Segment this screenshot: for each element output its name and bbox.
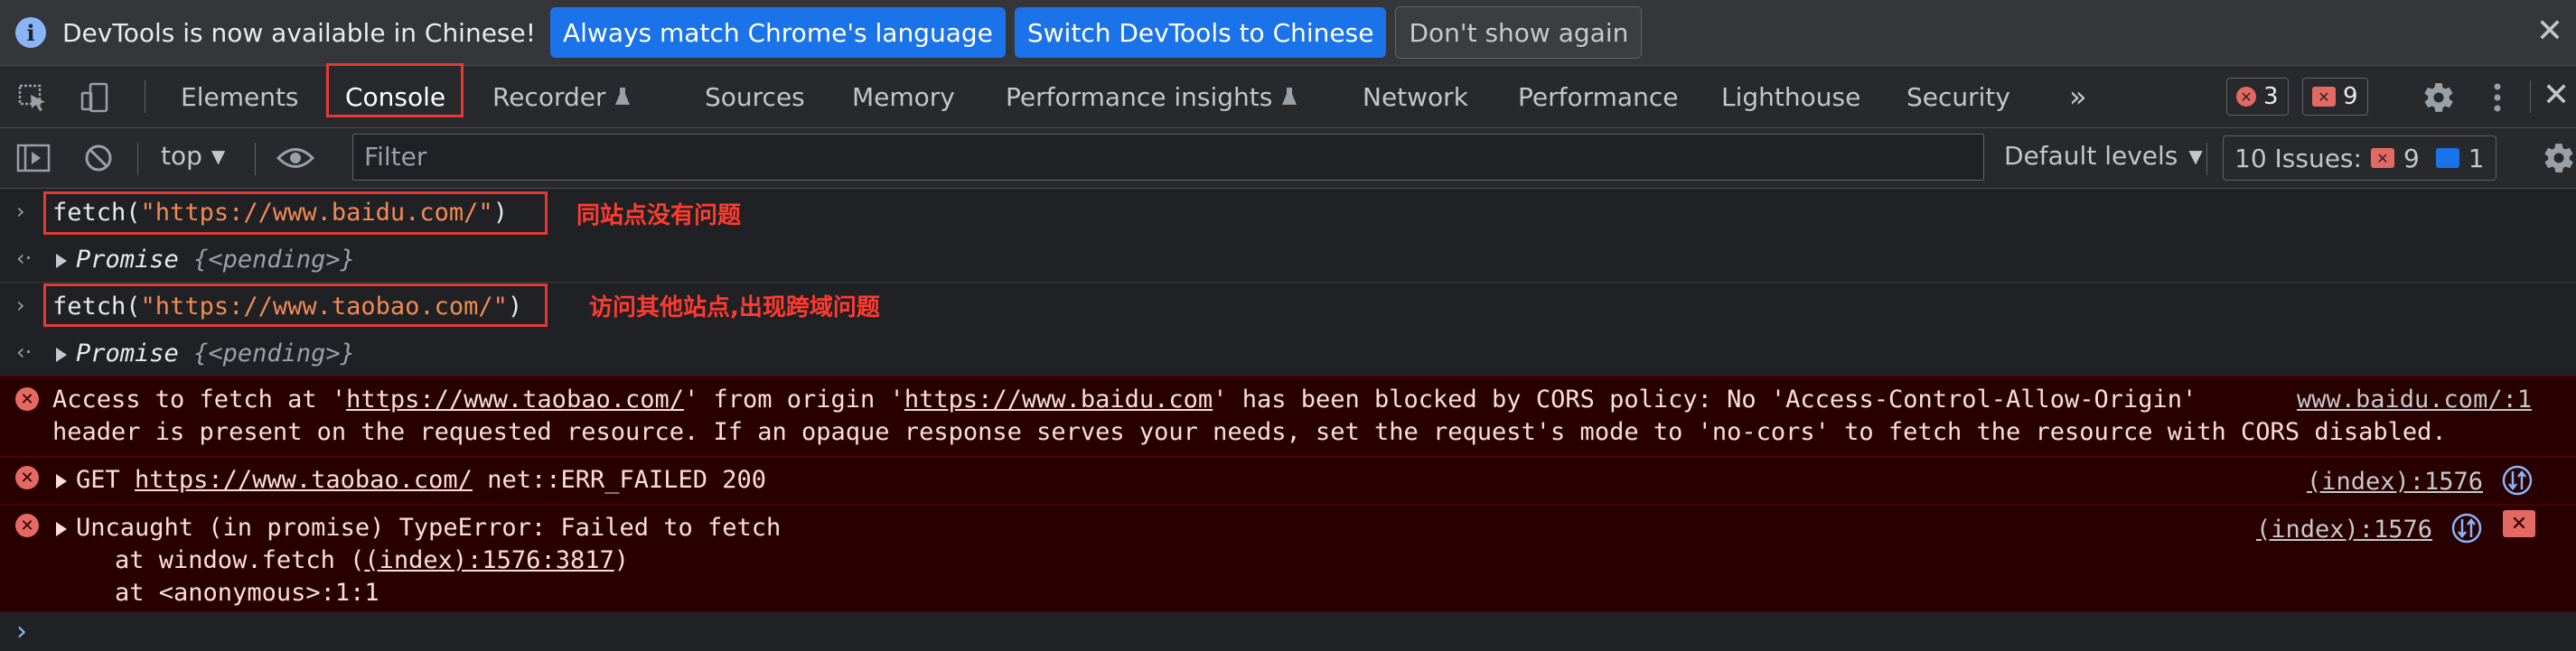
- experimental-flask-icon: [1282, 88, 1297, 105]
- console-input-line[interactable]: fetch("https://www.taobao.com/"): [52, 293, 522, 321]
- promise-result[interactable]: Promise {<pending>}: [56, 246, 355, 274]
- annotation-text: 访问其他站点,出现跨域问题: [589, 294, 880, 321]
- stack-trace-line: at window.fetch ((index):1576:3817): [56, 546, 629, 574]
- issues-label: 10 Issues:: [2234, 143, 2362, 173]
- infobar-message: DevTools is now available in Chinese!: [62, 17, 536, 48]
- expand-triangle-icon: [56, 521, 67, 536]
- error-link[interactable]: https://www.taobao.com/: [346, 386, 684, 414]
- tab-sources[interactable]: Sources: [705, 66, 805, 127]
- inspect-element-icon[interactable]: [18, 84, 49, 111]
- close-infobar-icon[interactable]: ✕: [2536, 13, 2563, 50]
- tab-recorder-label: Recorder: [492, 81, 606, 112]
- kebab-menu-icon[interactable]: [2490, 80, 2505, 115]
- tab-security[interactable]: Security: [1906, 66, 2010, 127]
- console-settings-gear-icon[interactable]: [2542, 141, 2576, 175]
- input-chevron-icon: ›: [16, 199, 25, 224]
- source-link[interactable]: www.baidu.com/:1: [2297, 386, 2532, 414]
- result-arrow-icon: ‹·: [16, 339, 33, 365]
- source-link[interactable]: (index):1576: [2307, 468, 2483, 496]
- live-expression-eye-icon[interactable]: [276, 146, 314, 170]
- tab-network[interactable]: Network: [1363, 66, 1468, 127]
- toolbar-divider: [137, 143, 138, 175]
- dont-show-again-button[interactable]: Don't show again: [1395, 6, 1643, 59]
- tab-performance[interactable]: Performance: [1518, 66, 1678, 127]
- error-text[interactable]: Uncaught (in promise) TypeError: Failed …: [56, 514, 781, 542]
- error-count: 3: [2263, 83, 2279, 110]
- toolbar-divider: [2206, 143, 2207, 175]
- issue-info-icon: [2435, 148, 2459, 168]
- tab-lighthouse[interactable]: Lighthouse: [1721, 66, 1860, 127]
- expand-triangle-icon: [56, 347, 67, 362]
- console-error-message: ✕ Access to fetch at 'https://www.taobao…: [0, 376, 2576, 456]
- stack-trace-link[interactable]: (index):1576:3817: [364, 546, 614, 574]
- expand-triangle-icon: [56, 473, 67, 488]
- network-request-icon[interactable]: [2450, 512, 2483, 544]
- log-levels-dropdown[interactable]: Default levels ▼: [2004, 141, 2203, 171]
- clear-console-icon[interactable]: [83, 143, 114, 173]
- issues-button[interactable]: 10 Issues: ✕ 9 1: [2223, 135, 2496, 181]
- console-tab-highlight-box: [326, 63, 464, 117]
- info-icon: i: [15, 17, 46, 48]
- console-prompt-input[interactable]: [45, 614, 2557, 646]
- console-filter-input[interactable]: Filter: [352, 134, 1984, 181]
- switch-to-chinese-button[interactable]: Switch DevTools to Chinese: [1014, 7, 1387, 58]
- always-match-language-button[interactable]: Always match Chrome's language: [549, 7, 1006, 58]
- error-text-line1: Access to fetch at 'https://www.taobao.c…: [52, 386, 2197, 414]
- issues-error-count: 9: [2403, 143, 2420, 173]
- error-text-line2: header is present on the requested resou…: [52, 418, 2447, 446]
- issue-count-badge[interactable]: ✕ 9: [2302, 78, 2368, 116]
- device-toolbar-icon[interactable]: [80, 82, 110, 113]
- issue-error-icon: ✕: [2370, 148, 2394, 168]
- error-icon: ✕: [15, 466, 39, 489]
- expand-triangle-icon: [56, 253, 67, 268]
- language-infobar: i DevTools is now available in Chinese! …: [0, 0, 2576, 66]
- console-input-line[interactable]: fetch("https://www.baidu.com/"): [52, 199, 508, 227]
- log-levels-value: Default levels: [2004, 141, 2178, 171]
- tab-performance-insights-label: Performance insights: [1006, 81, 1273, 112]
- tab-elements[interactable]: Elements: [181, 66, 299, 127]
- close-devtools-icon[interactable]: ✕: [2543, 77, 2570, 114]
- error-icon: ✕: [15, 514, 39, 537]
- tab-memory[interactable]: Memory: [852, 66, 955, 127]
- error-count-badge[interactable]: ✕ 3: [2226, 78, 2289, 116]
- stack-trace-line: at <anonymous>:1:1: [56, 579, 379, 607]
- tabbar-divider: [2530, 80, 2531, 113]
- issue-count: 9: [2343, 83, 2358, 110]
- context-selector-value: top: [161, 141, 202, 171]
- toolbar-divider: [255, 143, 256, 175]
- input-chevron-icon: ›: [16, 293, 25, 318]
- more-tabs-chevron-icon[interactable]: »: [2069, 66, 2087, 127]
- error-icon: ✕: [2236, 87, 2256, 107]
- issues-info-count: 1: [2468, 143, 2485, 173]
- console-error-message: ✕ GET https://www.taobao.com/ net::ERR_F…: [0, 456, 2576, 504]
- chevron-down-icon: ▼: [211, 144, 226, 167]
- network-request-icon[interactable]: [2501, 464, 2534, 497]
- annotation-text: 同站点没有问题: [576, 202, 742, 229]
- settings-gear-icon[interactable]: [2421, 80, 2456, 115]
- console-error-message: ✕ Uncaught (in promise) TypeError: Faile…: [0, 504, 2576, 612]
- source-link[interactable]: (index):1576: [2256, 516, 2432, 544]
- issue-error-icon: ✕: [2312, 87, 2336, 107]
- error-text[interactable]: GET https://www.taobao.com/ net::ERR_FAI…: [56, 466, 766, 494]
- tab-performance-insights[interactable]: Performance insights: [1006, 66, 1297, 127]
- promise-result[interactable]: Promise {<pending>}: [56, 339, 355, 367]
- error-link[interactable]: https://www.baidu.com: [904, 386, 1213, 414]
- experimental-flask-icon: [615, 88, 631, 105]
- error-icon: ✕: [15, 387, 39, 411]
- issue-error-icon[interactable]: ✕: [2503, 510, 2535, 537]
- context-selector[interactable]: top ▼: [161, 141, 225, 171]
- console-prompt-chevron-icon: ›: [16, 616, 27, 647]
- sidebar-toggle-icon[interactable]: [16, 144, 51, 172]
- chevron-down-icon: ▼: [2188, 144, 2203, 167]
- result-arrow-icon: ‹·: [16, 246, 33, 271]
- tab-recorder[interactable]: Recorder: [492, 66, 631, 127]
